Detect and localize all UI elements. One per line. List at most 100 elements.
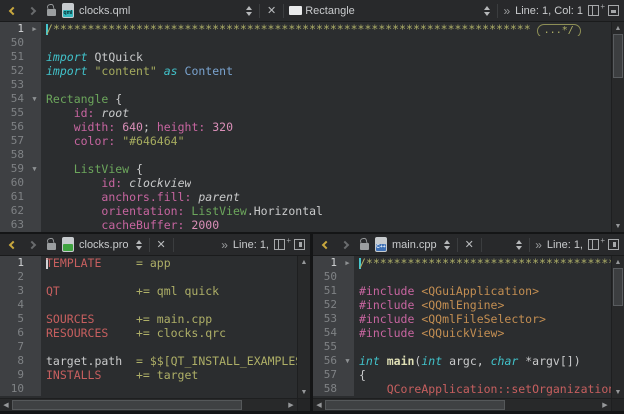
lock-button[interactable] [356, 236, 372, 254]
code-line[interactable]: 57 color: "#646464" [0, 134, 611, 148]
fold-closed-icon[interactable]: ▶ [341, 256, 354, 270]
overflow-button[interactable]: » [535, 238, 542, 252]
open-document-name[interactable]: clocks.pro [79, 239, 129, 251]
close-split-button[interactable] [294, 239, 305, 250]
code-line[interactable]: 4 [0, 298, 297, 312]
back-button[interactable] [5, 236, 21, 254]
scroll-right-button[interactable]: ▶ [599, 399, 611, 411]
code-line[interactable]: 1▶/*************************************… [0, 22, 611, 36]
document-selector[interactable]: C++ main.cpp [375, 237, 452, 252]
document-dropdown-icon[interactable] [244, 6, 254, 16]
scroll-up-button[interactable]: ▲ [612, 22, 624, 34]
document-dropdown-icon[interactable] [134, 240, 144, 250]
code-line[interactable]: 51#include <QGuiApplication> [313, 284, 611, 298]
forward-button[interactable] [24, 2, 40, 20]
code-line[interactable]: 2 [0, 270, 297, 284]
close-split-button[interactable] [608, 239, 619, 250]
code-line[interactable]: 62 orientation: ListView.Horizontal [0, 204, 611, 218]
current-symbol-label[interactable]: Rectangle [305, 5, 355, 17]
overflow-button[interactable]: » [221, 238, 228, 252]
open-document-name[interactable]: clocks.qml [79, 5, 130, 17]
code-line[interactable]: 61 anchors.fill: parent [0, 190, 611, 204]
scrollbar-thumb[interactable] [613, 268, 623, 306]
code-line[interactable]: 58 QCoreApplication::setOrganizationNam [313, 382, 611, 396]
scrollbar-track[interactable] [298, 268, 310, 386]
document-dropdown-icon[interactable] [442, 240, 452, 250]
symbol-dropdown-icon[interactable] [514, 240, 524, 250]
split-editor-button[interactable] [588, 239, 599, 250]
code-line[interactable]: 58 [0, 148, 611, 162]
vertical-scrollbar[interactable]: ▲ ▼ [611, 22, 624, 232]
scroll-down-button[interactable]: ▼ [612, 220, 624, 232]
scrollbar-track[interactable] [12, 399, 285, 411]
code-line[interactable]: 63 cacheBuffer: 2000 [0, 218, 611, 232]
back-button[interactable] [5, 2, 21, 20]
scrollbar-thumb[interactable] [613, 34, 623, 78]
code-area[interactable]: 1TEMPLATE = app23QT += qml quick45SOURCE… [0, 256, 297, 398]
code-line[interactable]: 10 [0, 382, 297, 396]
code-line[interactable]: 54▼Rectangle { [0, 92, 611, 106]
fold-open-icon[interactable]: ▼ [28, 92, 41, 106]
code-line[interactable]: 54#include <QQuickView> [313, 326, 611, 340]
document-selector[interactable]: qml clocks.qml [62, 3, 254, 18]
code-line[interactable]: 50 [0, 36, 611, 50]
scroll-down-button[interactable]: ▼ [612, 386, 624, 398]
code-line[interactable]: 53#include <QQmlFileSelector> [313, 312, 611, 326]
horizontal-scrollbar[interactable]: ◀ ▶ [313, 398, 611, 411]
code-area[interactable]: 1▶/*************************************… [0, 22, 611, 232]
scroll-right-button[interactable]: ▶ [285, 399, 297, 411]
symbol-selector[interactable] [487, 240, 524, 250]
code-line[interactable]: 5SOURCES += main.cpp [0, 312, 297, 326]
code-line[interactable]: 50 [313, 270, 611, 284]
vertical-scrollbar[interactable]: ▲ ▼ [297, 256, 310, 398]
close-document-button[interactable]: ✕ [265, 4, 278, 17]
code-line[interactable]: 1▶/*************************************… [313, 256, 611, 270]
close-document-button[interactable]: ✕ [463, 238, 476, 251]
split-editor-button[interactable] [274, 239, 285, 250]
code-line[interactable]: 53 [0, 78, 611, 92]
scroll-up-button[interactable]: ▲ [298, 256, 310, 268]
code-line[interactable]: 1TEMPLATE = app [0, 256, 297, 270]
split-editor-button[interactable] [588, 5, 599, 16]
forward-button[interactable] [337, 236, 353, 254]
scroll-down-button[interactable]: ▼ [298, 386, 310, 398]
code-line[interactable]: 51import QtQuick [0, 50, 611, 64]
code-line[interactable]: 7 [0, 340, 297, 354]
open-document-name[interactable]: main.cpp [392, 239, 437, 251]
code-line[interactable]: 6RESOURCES += clocks.qrc [0, 326, 297, 340]
lock-button[interactable] [43, 236, 59, 254]
code-line[interactable]: 9INSTALLS += target [0, 368, 297, 382]
horizontal-scrollbar[interactable]: ◀ ▶ [0, 398, 297, 411]
scroll-left-button[interactable]: ◀ [313, 399, 325, 411]
code-line[interactable]: 3QT += qml quick [0, 284, 297, 298]
code-line[interactable]: 52#include <QQmlEngine> [313, 298, 611, 312]
fold-closed-icon[interactable]: ▶ [28, 22, 41, 36]
overflow-button[interactable]: » [503, 4, 510, 18]
fold-open-icon[interactable]: ▼ [28, 162, 41, 176]
symbol-selector[interactable]: Rectangle [289, 5, 492, 17]
code-area[interactable]: 1▶/*************************************… [313, 256, 611, 398]
close-document-button[interactable]: ✕ [155, 238, 168, 251]
symbol-dropdown-icon[interactable] [482, 6, 492, 16]
scroll-left-button[interactable]: ◀ [0, 399, 12, 411]
scroll-up-button[interactable]: ▲ [612, 256, 624, 268]
code-line[interactable]: 57{ [313, 368, 611, 382]
code-line[interactable]: 55 [313, 340, 611, 354]
code-line[interactable]: 60 id: clockview [0, 176, 611, 190]
fold-open-icon[interactable]: ▼ [341, 354, 354, 368]
code-line[interactable]: 8target.path = $$[QT_INSTALL_EXAMPLES]/d… [0, 354, 297, 368]
code-line[interactable]: 59▼ ListView { [0, 162, 611, 176]
document-selector[interactable]: clocks.pro [62, 237, 144, 252]
code-line[interactable]: 52import "content" as Content [0, 64, 611, 78]
scrollbar-track[interactable] [325, 399, 599, 411]
forward-button[interactable] [24, 236, 40, 254]
scrollbar-track[interactable] [612, 34, 624, 220]
vertical-scrollbar[interactable]: ▲ ▼ [611, 256, 624, 398]
code-line[interactable]: 55 id: root [0, 106, 611, 120]
scrollbar-thumb[interactable] [12, 400, 242, 410]
scrollbar-track[interactable] [612, 268, 624, 386]
lock-button[interactable] [43, 2, 59, 20]
scrollbar-thumb[interactable] [325, 400, 505, 410]
back-button[interactable] [318, 236, 334, 254]
code-line[interactable]: 56 width: 640; height: 320 [0, 120, 611, 134]
